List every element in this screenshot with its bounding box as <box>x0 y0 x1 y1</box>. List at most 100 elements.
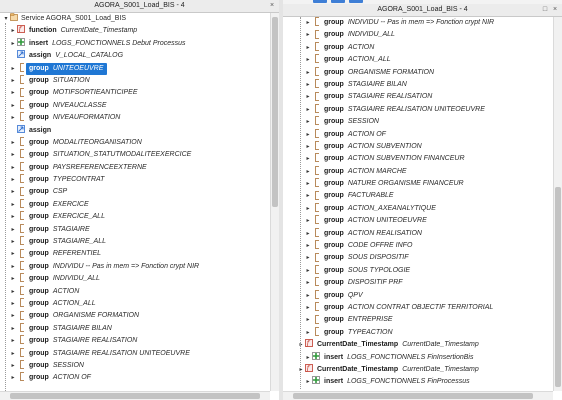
tree-row[interactable]: ▸ group ACTION <box>283 41 553 54</box>
tree-row[interactable]: ▸ group EXERCICE <box>0 199 270 211</box>
chevron-right-icon[interactable]: ▸ <box>304 166 312 178</box>
chevron-right-icon[interactable]: ▸ <box>304 327 312 339</box>
tree-row[interactable]: ▸ f CurrentDate_Timestamp CurrentDate_Times… <box>283 364 553 376</box>
chevron-right-icon[interactable]: ▸ <box>304 314 312 326</box>
tree-row[interactable]: ▸ group UNITEOEUVRE <box>0 62 270 75</box>
right-horizontal-scroll-thumb[interactable] <box>293 393 533 399</box>
chevron-right-icon[interactable]: ▸ <box>304 42 312 54</box>
tree-row[interactable]: assign V_LOCAL_CATALOG <box>0 50 270 62</box>
tree-row[interactable]: ▸ group QPV <box>283 289 553 302</box>
tree-row[interactable]: ▸ group INDIVIDU_ALL <box>283 29 553 41</box>
chevron-right-icon[interactable]: ▸ <box>9 298 17 310</box>
chevron-right-icon[interactable]: ▸ <box>304 228 312 240</box>
tree-row[interactable]: ▸ group CODE OFFRE INFO <box>283 240 553 252</box>
chevron-right-icon[interactable]: ▸ <box>304 67 312 79</box>
chevron-right-icon[interactable]: ▸ <box>9 199 17 211</box>
tree-row[interactable]: ▾ Service AGORA_S001_Load_BIS <box>0 13 270 25</box>
tree-row[interactable]: ▸ group ACTION SUBVENTION <box>283 141 553 153</box>
tree-row[interactable]: ▸ group ORGANISME FORMATION <box>283 66 553 79</box>
close-icon[interactable]: × <box>550 5 560 14</box>
chevron-right-icon[interactable]: ▸ <box>9 236 17 248</box>
tree-row[interactable]: ▸ group ORGANISME FORMATION <box>0 310 270 322</box>
chevron-right-icon[interactable]: ▸ <box>304 265 312 277</box>
chevron-right-icon[interactable]: ▸ <box>304 153 312 165</box>
left-horizontal-scroll-thumb[interactable] <box>10 393 260 399</box>
chevron-right-icon[interactable]: ▸ <box>9 261 17 273</box>
tree-row[interactable]: ▸ group NATURE ORGANISME FINANCEUR <box>283 178 553 190</box>
chevron-right-icon[interactable]: ▸ <box>297 339 305 351</box>
chevron-right-icon[interactable]: ▸ <box>9 211 17 223</box>
tree-row[interactable]: ▸ group ACTION SUBVENTION FINANCEUR <box>283 153 553 165</box>
chevron-right-icon[interactable]: ▸ <box>304 91 312 103</box>
chevron-right-icon[interactable]: ▸ <box>304 277 312 289</box>
chevron-right-icon[interactable]: ▸ <box>304 17 312 29</box>
chevron-right-icon[interactable]: ▸ <box>304 240 312 252</box>
chevron-right-icon[interactable]: ▸ <box>9 25 17 37</box>
chevron-right-icon[interactable]: ▸ <box>9 310 17 322</box>
tree-row[interactable]: ▸ group ACTION_ALL <box>0 298 270 310</box>
maximize-icon[interactable]: □ <box>540 5 550 14</box>
chevron-right-icon[interactable]: ▸ <box>304 252 312 264</box>
chevron-right-icon[interactable]: ▸ <box>9 75 17 87</box>
tree-row[interactable]: ▸ group REFERENTIEL <box>0 248 270 260</box>
tree-row[interactable]: assign <box>0 124 270 137</box>
toolbar-button-3[interactable] <box>349 0 363 3</box>
tree-row[interactable]: ▸ group INDIVIDU_ALL <box>0 273 270 285</box>
tree-row[interactable]: ▸ group STAGIAIRE REALISATION <box>283 91 553 103</box>
close-icon[interactable]: × <box>267 1 277 10</box>
tree-row[interactable]: ▸ group PAYSREFERENCEEXTERNE <box>0 161 270 174</box>
tree-row[interactable]: ▸ group ENTREPRISE <box>283 314 553 326</box>
chevron-right-icon[interactable]: ▸ <box>9 38 17 50</box>
tree-row[interactable]: ▸ group INDIVIDU -- Pas in mem => Fonction… <box>283 17 553 29</box>
chevron-right-icon[interactable]: ▸ <box>9 112 17 124</box>
tree-row[interactable]: ▸ group ACTION UNITEOEUVRE <box>283 215 553 227</box>
chevron-right-icon[interactable]: ▸ <box>9 286 17 298</box>
tree-row[interactable]: ▸ group STAGIAIRE <box>0 223 270 236</box>
tree-row[interactable]: ▸ group ACTION MARCHE <box>283 165 553 178</box>
chevron-right-icon[interactable]: ▸ <box>297 364 305 376</box>
chevron-right-icon[interactable]: ▸ <box>9 186 17 198</box>
right-horizontal-scrollbar[interactable] <box>283 391 553 400</box>
tree-row[interactable]: ▸ group NIVEAUFORMATION <box>0 112 270 124</box>
left-vertical-scroll-thumb[interactable] <box>272 17 278 207</box>
chevron-right-icon[interactable]: ▸ <box>304 29 312 41</box>
tree-row[interactable]: ▸ insert LOGS_FONCTIONNELS FinInsertionBis <box>283 351 553 364</box>
chevron-right-icon[interactable]: ▸ <box>304 215 312 227</box>
chevron-down-icon[interactable]: ▾ <box>2 13 10 25</box>
tree-row[interactable]: ▸ group CSP <box>0 186 270 198</box>
chevron-right-icon[interactable]: ▸ <box>304 302 312 314</box>
tree-row[interactable]: ▸ group DISPOSITIF PRF <box>283 277 553 289</box>
tree-row[interactable]: ▸ group INDIVIDU -- Pas in mem => Fonction… <box>0 260 270 273</box>
toolbar-button-1[interactable] <box>313 0 327 3</box>
chevron-right-icon[interactable]: ▸ <box>304 178 312 190</box>
chevron-right-icon[interactable]: ▸ <box>9 174 17 186</box>
tree-row[interactable]: ▸ group TYPECONTRAT <box>0 174 270 186</box>
right-tree-view[interactable]: ▸ group INDIVIDU -- Pas in mem => Fonction… <box>283 17 553 391</box>
left-tree-view[interactable]: ▾ Service AGORA_S001_Load_BIS ▸ f function Cu… <box>0 13 270 391</box>
tree-row[interactable]: ▸ insert LOGS_FONCTIONNELS FinProcessus <box>283 376 553 388</box>
chevron-right-icon[interactable]: ▸ <box>9 248 17 260</box>
tree-row[interactable]: ▸ f function CurrentDate_Timestamp <box>0 25 270 37</box>
tree-row[interactable]: ▸ group ACTION OF <box>0 372 270 384</box>
tree-row[interactable]: ▸ group TYPEACTION <box>283 326 553 339</box>
tree-row[interactable]: ▸ group ACTION CONTRAT OBJECTIF TERRITORIA… <box>283 302 553 314</box>
tree-row[interactable]: ▸ group ACTION REALISATION <box>283 227 553 240</box>
chevron-right-icon[interactable]: ▸ <box>9 360 17 372</box>
chevron-right-icon[interactable]: ▸ <box>304 54 312 66</box>
right-vertical-scroll-thumb[interactable] <box>555 187 561 387</box>
left-vertical-scrollbar[interactable] <box>270 13 279 391</box>
tree-row[interactable]: ▸ group STAGIAIRE BILAN <box>283 79 553 91</box>
tree-row[interactable]: ▸ group STAGIAIRE REALISATION <box>0 335 270 347</box>
tree-row[interactable]: ▸ insert LOGS_FONCTIONNELS Debut Processus <box>0 37 270 50</box>
tree-row[interactable]: ▸ group ACTION_ALL <box>283 54 553 66</box>
chevron-right-icon[interactable]: ▸ <box>9 87 17 99</box>
chevron-right-icon[interactable]: ▸ <box>9 137 17 149</box>
tree-row[interactable]: ▸ group SITUATION <box>0 75 270 87</box>
chevron-right-icon[interactable]: ▸ <box>304 190 312 202</box>
tree-row[interactable]: ▸ group ACTION <box>0 285 270 298</box>
tree-row[interactable]: ▸ group ACTION_AXEANALYTIQUE <box>283 203 553 215</box>
tree-row[interactable]: ▸ group STAGIAIRE REALISATION UNITEOEUVRE <box>0 347 270 360</box>
tree-row[interactable]: ▸ group SESSION <box>0 360 270 372</box>
chevron-right-icon[interactable]: ▸ <box>304 116 312 128</box>
chevron-right-icon[interactable]: ▸ <box>9 100 17 112</box>
